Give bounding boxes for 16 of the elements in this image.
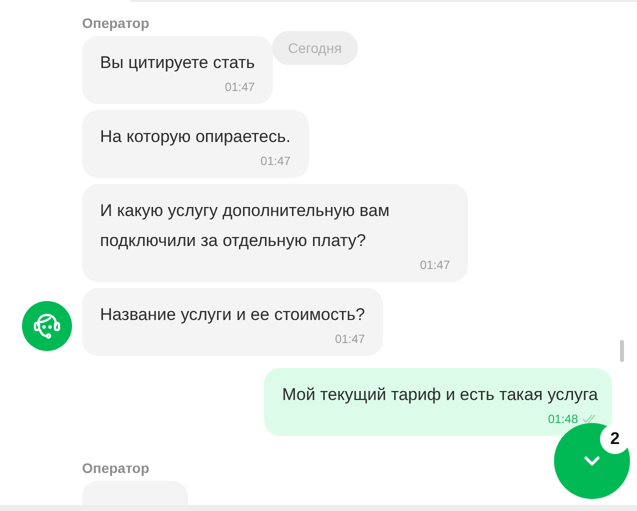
headset-operator-icon xyxy=(32,311,62,341)
date-chip: Сегодня xyxy=(272,31,358,65)
message-time: 01:47 xyxy=(260,154,291,168)
message-time: 01:47 xyxy=(420,258,450,272)
message-time: 01:48 xyxy=(548,412,578,426)
chevron-down-icon xyxy=(583,455,601,467)
message-time: 01:47 xyxy=(224,80,255,94)
message-text: Вы цитируете стать xyxy=(100,52,255,74)
message-text: И какую услугу дополнительную вам подключили за отдельную плату? xyxy=(100,200,391,252)
scrollbar-thumb[interactable] xyxy=(620,340,624,362)
sender-name: Оператор xyxy=(82,460,150,476)
sender-name: Оператор xyxy=(82,15,150,31)
message-text: На которую опираетесь. xyxy=(100,126,291,148)
message-text: Мой текущий тариф и есть такая услуга xyxy=(282,384,598,406)
message-time: 01:47 xyxy=(334,332,365,346)
message-text: Название услуги и ее стоимость? xyxy=(100,304,365,326)
